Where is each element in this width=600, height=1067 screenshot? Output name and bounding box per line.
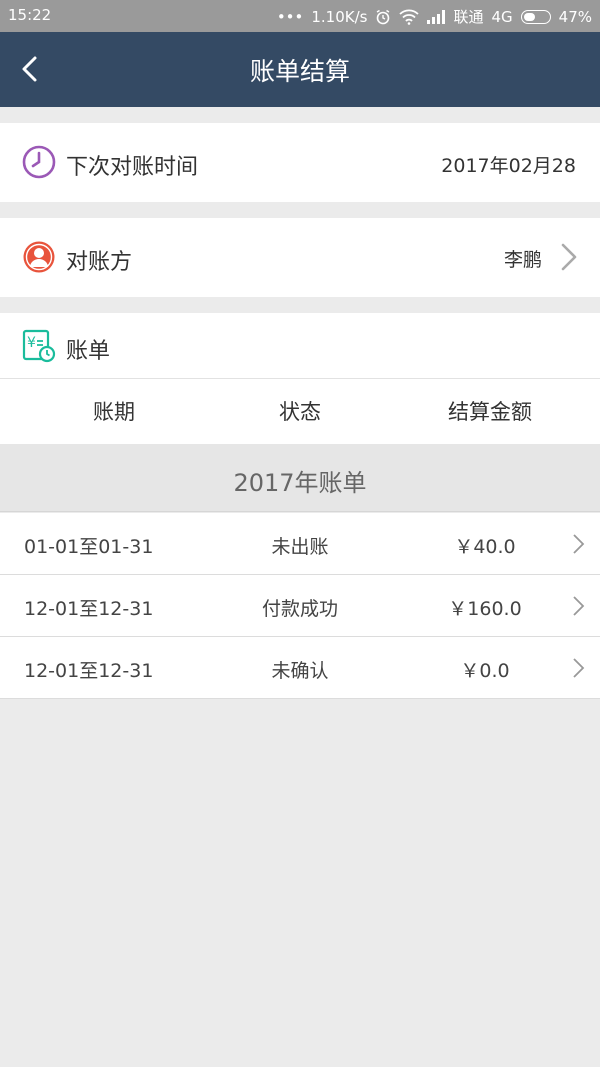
chevron-right-icon <box>573 596 585 616</box>
bill-status: 未出账 <box>271 536 329 558</box>
year-group-header: 2017年账单 <box>0 444 600 512</box>
column-header-period: 账期 <box>93 400 135 424</box>
bill-icon: ¥ <box>22 329 56 363</box>
column-header-status: 状态 <box>279 400 321 424</box>
bill-status: 付款成功 <box>261 598 338 620</box>
status-time: 15:22 <box>8 6 52 24</box>
next-reconcile-label: 下次对账时间 <box>66 155 199 180</box>
status-indicators: ••• 1.10K/s 联通 4G 47% <box>277 6 592 27</box>
status-bar: 15:22 ••• 1.10K/s 联通 4G 47% <box>0 0 600 32</box>
more-dots-icon: ••• <box>276 7 304 26</box>
counterparty-label: 对账方 <box>66 250 133 275</box>
next-reconcile-date: 2017年02月28 <box>441 155 576 177</box>
divider <box>0 378 600 379</box>
alarm-icon <box>375 9 391 25</box>
network-type: 4G <box>491 7 513 26</box>
chevron-right-icon <box>561 243 577 271</box>
bill-status: 未确认 <box>271 660 329 682</box>
signal-icon <box>427 9 446 24</box>
year-group-label: 2017年账单 <box>233 469 367 497</box>
navigation-bar: 账单结算 <box>0 32 600 107</box>
chevron-right-icon <box>573 658 585 678</box>
counterparty-row[interactable]: 对账方 李鹏 <box>0 218 600 297</box>
bill-amount: ￥160.0 <box>448 598 522 620</box>
battery-percent: 47% <box>558 7 592 26</box>
bill-period: 12-01至12-31 <box>24 598 154 620</box>
column-header-amount: 结算金额 <box>448 400 532 424</box>
next-reconcile-row: 下次对账时间 2017年02月28 <box>0 123 600 202</box>
table-row[interactable]: 12-01至12-31 未确认 ￥0.0 <box>0 637 600 699</box>
bill-section-label: 账单 <box>66 339 111 364</box>
battery-icon <box>520 9 551 24</box>
table-row[interactable]: 01-01至01-31 未出账 ￥40.0 <box>0 513 600 575</box>
wifi-icon <box>399 9 420 25</box>
chevron-right-icon <box>573 534 585 554</box>
bill-period: 01-01至01-31 <box>24 536 154 558</box>
bill-period: 12-01至12-31 <box>24 660 154 682</box>
table-row[interactable]: 12-01至12-31 付款成功 ￥160.0 <box>0 575 600 637</box>
svg-text:¥: ¥ <box>27 335 36 351</box>
bill-amount: ￥0.0 <box>460 660 510 682</box>
page-title: 账单结算 <box>249 57 350 86</box>
counterparty-name: 李鹏 <box>503 249 542 271</box>
bill-amount: ￥40.0 <box>454 536 516 558</box>
user-icon <box>22 240 56 274</box>
net-speed: 1.10K/s <box>311 7 368 26</box>
carrier-label: 联通 <box>453 8 484 26</box>
clock-icon <box>22 145 56 179</box>
